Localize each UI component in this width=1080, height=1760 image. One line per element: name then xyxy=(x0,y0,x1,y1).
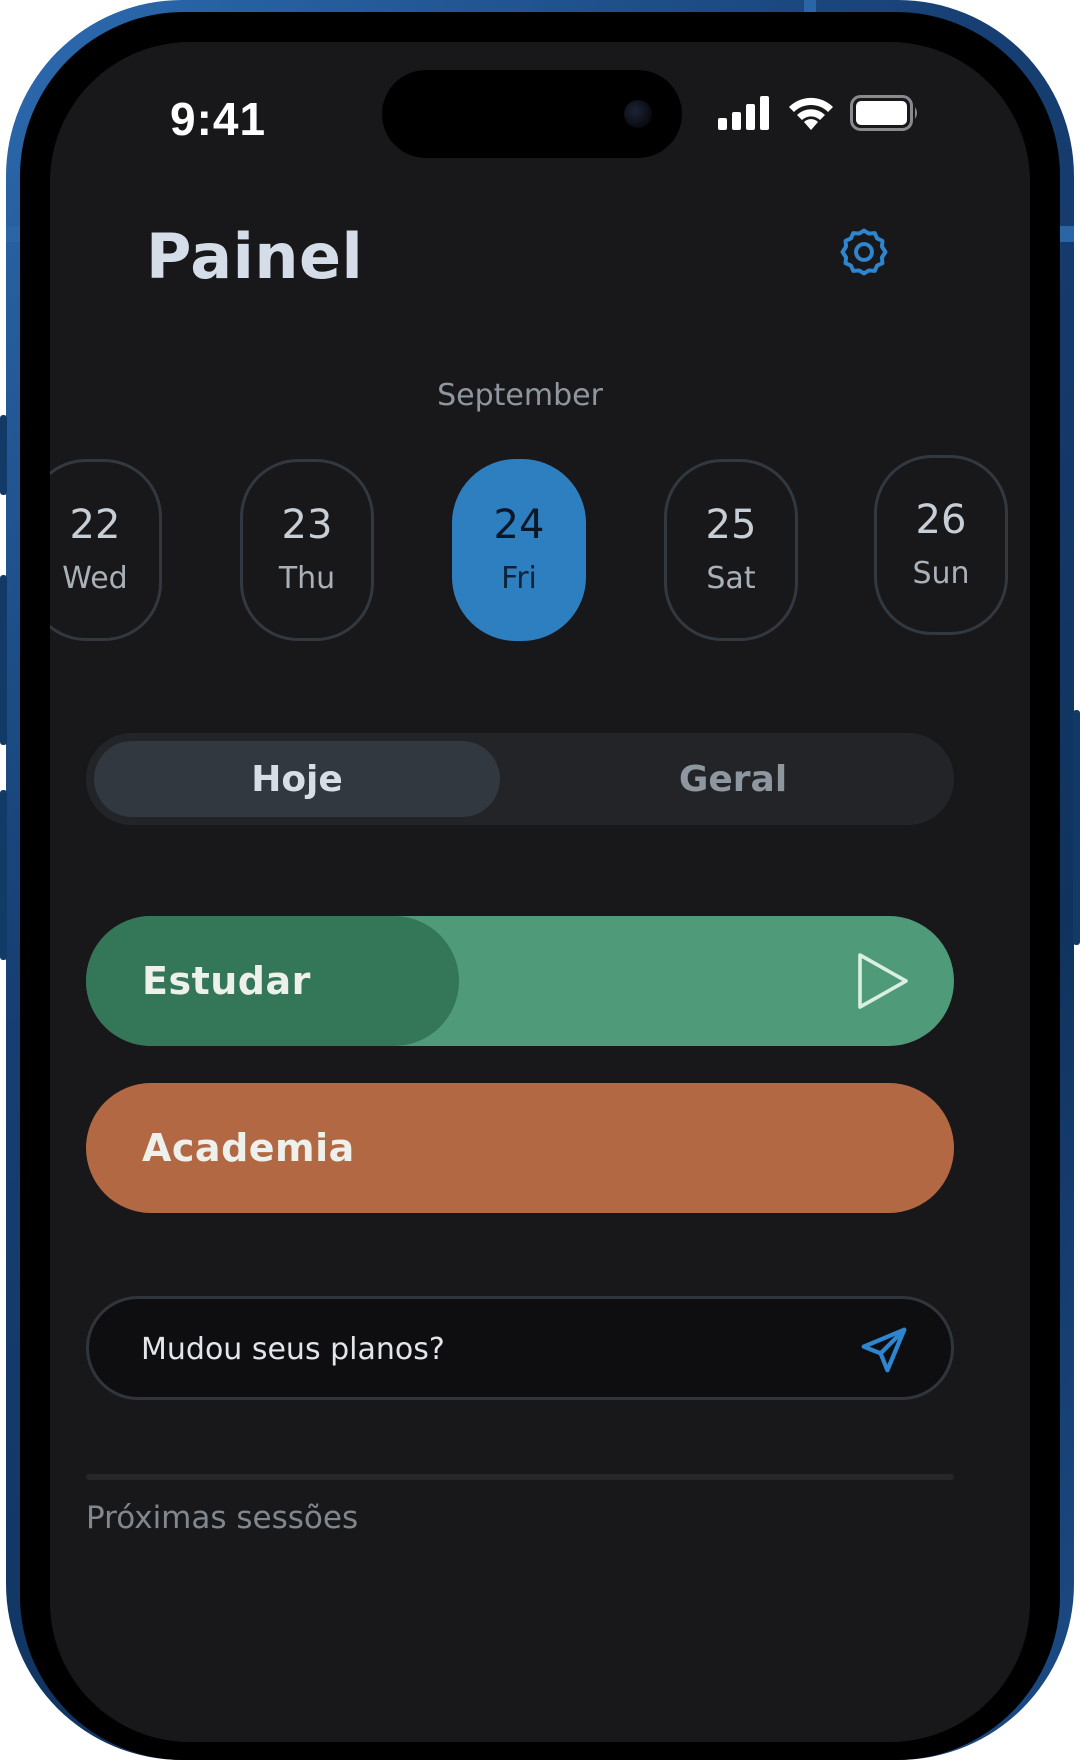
volume-down-button xyxy=(0,790,7,960)
day-26[interactable]: 26 Sun xyxy=(874,455,1008,635)
day-25[interactable]: 25 Sat xyxy=(664,459,798,641)
day-number: 23 xyxy=(281,502,333,548)
wifi-icon xyxy=(789,97,833,130)
antenna-line xyxy=(1060,226,1074,242)
play-icon[interactable] xyxy=(848,949,912,1013)
volume-up-button xyxy=(0,575,7,745)
activity-card-academia[interactable]: Academia xyxy=(86,1083,954,1213)
settings-button[interactable] xyxy=(834,222,894,282)
day-name: Thu xyxy=(278,561,336,596)
day-22[interactable]: 22 Wed xyxy=(50,459,162,641)
activity-card-estudar[interactable]: Estudar xyxy=(86,916,954,1046)
power-button xyxy=(1073,710,1080,945)
page-title: Painel xyxy=(146,220,364,293)
status-time: 9:41 xyxy=(170,93,267,145)
tab-today[interactable]: Hoje xyxy=(94,741,500,817)
app-screen: 9:41 Painel September 22 Wed 23 Thu 24 F… xyxy=(50,42,1030,1742)
day-number: 22 xyxy=(69,502,121,548)
day-24-selected[interactable]: 24 Fri xyxy=(452,459,586,641)
day-number: 25 xyxy=(705,502,757,548)
dynamic-island xyxy=(382,70,682,158)
day-name: Fri xyxy=(501,561,537,596)
antenna-line xyxy=(6,226,20,242)
day-number: 24 xyxy=(493,502,545,548)
upcoming-sessions-title: Próximas sessões xyxy=(86,1500,359,1536)
view-toggle: Hoje Geral xyxy=(86,733,954,825)
message-box xyxy=(86,1296,954,1400)
gear-icon xyxy=(840,228,888,276)
tab-general[interactable]: Geral xyxy=(520,741,946,817)
activity-label: Academia xyxy=(142,1126,355,1170)
battery-icon xyxy=(850,95,917,131)
send-icon[interactable] xyxy=(857,1323,911,1377)
day-23[interactable]: 23 Thu xyxy=(240,459,374,641)
day-name: Sat xyxy=(706,561,756,596)
section-divider xyxy=(86,1474,954,1480)
action-button xyxy=(0,415,7,495)
month-label: September xyxy=(437,378,603,413)
front-camera xyxy=(624,100,652,128)
day-name: Sun xyxy=(912,556,970,591)
day-name: Wed xyxy=(62,561,128,596)
activity-label: Estudar xyxy=(142,959,311,1003)
status-icons xyxy=(718,94,920,132)
plans-input[interactable] xyxy=(139,1299,843,1399)
day-number: 26 xyxy=(915,497,967,543)
cellular-signal-icon xyxy=(718,96,769,130)
